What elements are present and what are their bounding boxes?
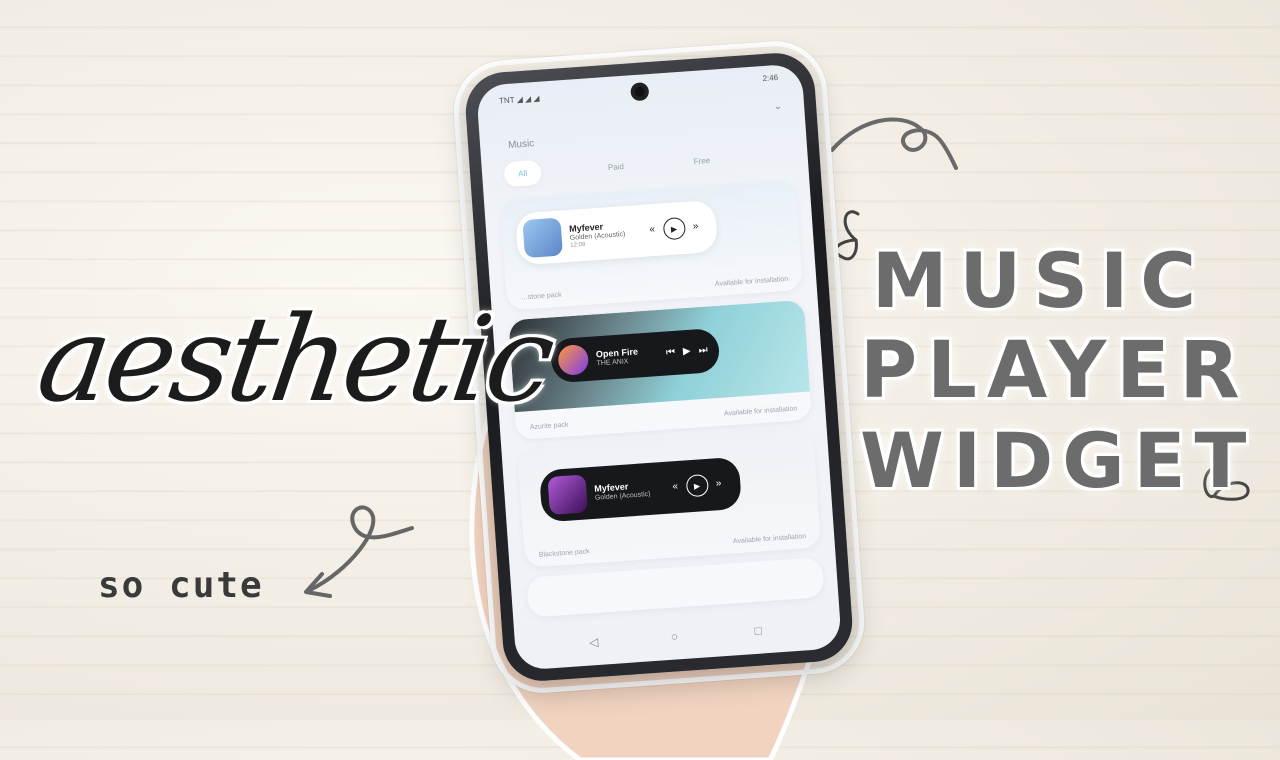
pack-name: Blackstone pack: [538, 548, 590, 559]
back-icon[interactable]: ◁: [589, 635, 599, 650]
curly-arrow-doodle: [830, 117, 958, 170]
heart-doodle-top: [834, 210, 860, 261]
chevron-down-icon[interactable]: ⌄: [773, 101, 782, 113]
title-line-widget: WIDGET: [860, 416, 1256, 505]
title-line-player: PLAYER: [860, 326, 1250, 416]
track-info: Myfever Golden (Acoustic) 12:09: [569, 218, 643, 248]
track-info: Myfever Golden (Acoustic): [594, 479, 665, 501]
play-button[interactable]: ▶: [662, 216, 686, 241]
section-title: Music: [507, 138, 535, 151]
tab-paid[interactable]: Paid: [593, 153, 639, 181]
script-word-overlay: aesthetic: [30, 290, 559, 428]
front-camera: [630, 82, 650, 102]
forward-icon[interactable]: »: [715, 478, 721, 489]
availability-label: Available for installation: [732, 533, 807, 546]
caption-text: so cute: [98, 565, 264, 606]
rewind-icon[interactable]: «: [649, 224, 655, 235]
tab-free[interactable]: Free: [679, 147, 725, 175]
card-footer: …stone pack Available for installation: [521, 276, 789, 302]
music-widget-dark[interactable]: Myfever Golden (Acoustic) « ▶ »: [538, 456, 743, 523]
card-footer: Azurite pack Available for installation: [530, 405, 798, 431]
album-art: [522, 217, 563, 259]
availability-label: Available for installation: [714, 275, 789, 288]
play-button[interactable]: ▶: [685, 473, 709, 498]
thumbnail-scene: TNT ◢ ◢ ◢ 2:46 ⌄ Music All Paid Free Myf…: [0, 0, 1280, 760]
forward-icon[interactable]: »: [692, 221, 698, 232]
theme-card-blackstone[interactable]: Myfever Golden (Acoustic) « ▶ » Blacksto…: [517, 429, 821, 568]
track-info: Open Fire THE ANIX: [596, 345, 659, 367]
theme-card-partial[interactable]: [526, 557, 825, 618]
arrow-head-doodle: [304, 572, 332, 598]
recents-icon[interactable]: □: [754, 623, 762, 637]
rewind-icon[interactable]: «: [672, 481, 678, 492]
play-icon[interactable]: ▶: [683, 346, 691, 358]
home-icon[interactable]: ○: [670, 629, 678, 643]
loop-arrow-doodle: [308, 505, 414, 592]
title-block: MUSIC PLAYER WIDGET: [860, 236, 1256, 506]
availability-label: Available for installation: [723, 405, 798, 418]
card-footer: Blackstone pack Available for installati…: [539, 533, 807, 559]
tab-all[interactable]: All: [503, 159, 542, 188]
status-time: 2:46: [762, 72, 779, 84]
status-signal: TNT ◢ ◢ ◢: [498, 93, 540, 106]
music-widget-light[interactable]: Myfever Golden (Acoustic) 12:09 « ▶ »: [514, 199, 719, 266]
title-line-music: MUSIC: [871, 236, 1209, 325]
album-art: [557, 343, 590, 376]
forward-icon[interactable]: ⏭: [698, 345, 708, 357]
album-art: [547, 474, 588, 515]
rewind-icon[interactable]: ⏮: [666, 347, 676, 359]
